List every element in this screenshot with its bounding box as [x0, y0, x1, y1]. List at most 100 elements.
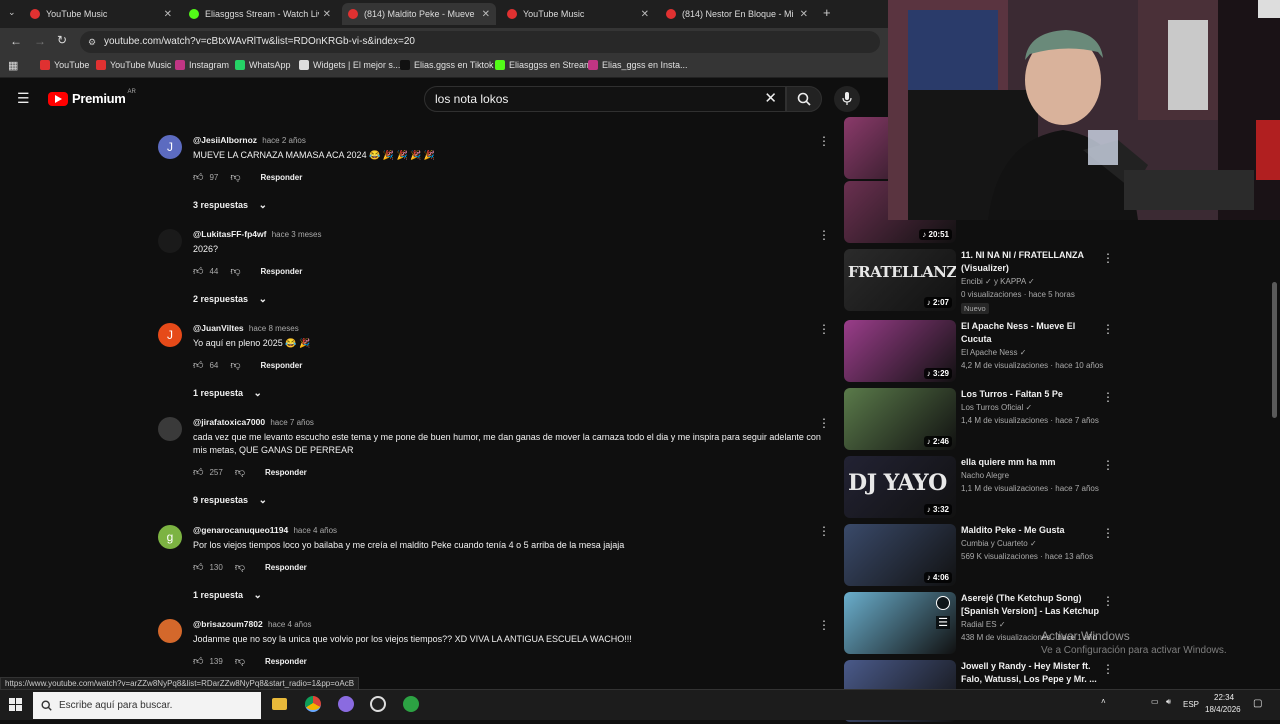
browser-tab[interactable]: (814) Maldito Peke - Mueve ✕	[342, 3, 496, 25]
taskbar-search-input[interactable]: Escribe aquí para buscar.	[33, 692, 261, 719]
comment-menu-icon[interactable]: ⋮	[818, 134, 830, 148]
bookmark-item[interactable]: Instagram	[175, 60, 229, 70]
bookmark-item[interactable]: YouTube Music	[96, 60, 171, 70]
comment-author[interactable]: @brisazoum7802	[193, 619, 263, 629]
watch-later-icon[interactable]	[936, 596, 950, 610]
avatar[interactable]	[158, 229, 182, 253]
site-info-icon[interactable]: ⚙	[88, 31, 96, 53]
menu-icon[interactable]: ☰	[17, 90, 30, 107]
comment-time[interactable]: hace 8 meses	[249, 324, 299, 333]
video-channel[interactable]: Encibi ✓ y KAPPA ✓	[961, 277, 1035, 286]
voice-search-button[interactable]	[834, 86, 860, 112]
video-title[interactable]: Aserejé (The Ketchup Song) [Spanish Vers…	[961, 592, 1101, 618]
comment-author[interactable]: @JesiiAlbornoz	[193, 135, 257, 145]
chrome-profile-icon[interactable]	[338, 696, 354, 712]
bookmark-item[interactable]: YouTube	[40, 60, 89, 70]
browser-tab[interactable]: (814) Nestor En Bloque - Mi Pr ✕	[660, 3, 814, 25]
video-title[interactable]: ella quiere mm ha mm	[961, 456, 1101, 469]
dislike-icon[interactable]: 👎︎	[230, 171, 240, 183]
back-icon[interactable]: ←	[10, 34, 22, 48]
add-to-queue-icon[interactable]: ☰	[936, 616, 950, 629]
video-menu-icon[interactable]: ⋮	[1102, 251, 1114, 265]
tab-close-icon[interactable]: ✕	[800, 9, 808, 20]
avatar[interactable]: g	[158, 525, 182, 549]
network-icon[interactable]: ▭	[1151, 697, 1159, 706]
xbox-icon[interactable]	[403, 696, 419, 712]
like-icon[interactable]: 👍︎	[193, 655, 203, 667]
reply-button[interactable]: Responder	[261, 173, 303, 182]
notifications-icon[interactable]: ▢	[1253, 698, 1262, 709]
search-input[interactable]: los nota lokos ✕	[424, 86, 786, 112]
tab-close-icon[interactable]: ✕	[323, 9, 331, 20]
comment-time[interactable]: hace 7 años	[270, 418, 314, 427]
file-explorer-icon[interactable]	[272, 698, 287, 710]
video-menu-icon[interactable]: ⋮	[1102, 390, 1114, 404]
related-video-item[interactable]: FRATELLANZA ♪ 2:07 11. NI NA NI / FRATELLA…	[844, 249, 1114, 314]
video-menu-icon[interactable]: ⋮	[1102, 322, 1114, 336]
youtube-logo[interactable]: Premium AR	[48, 89, 136, 106]
chrome-icon[interactable]	[305, 696, 321, 712]
video-channel[interactable]: Cumbia y Cuarteto ✓	[961, 539, 1037, 548]
video-thumbnail[interactable]: ♪ 4:06	[844, 524, 956, 586]
comment-time[interactable]: hace 4 años	[268, 620, 312, 629]
search-button[interactable]	[786, 86, 822, 112]
comment-menu-icon[interactable]: ⋮	[818, 618, 830, 632]
avatar[interactable]	[158, 619, 182, 643]
video-title[interactable]: El Apache Ness - Mueve El Cucuta	[961, 320, 1101, 346]
video-title[interactable]: 11. NI NA NI / FRATELLANZA (Visualizer)	[961, 249, 1101, 275]
windows-start-icon[interactable]	[9, 698, 23, 712]
comment-menu-icon[interactable]: ⋮	[818, 228, 830, 242]
video-menu-icon[interactable]: ⋮	[1102, 594, 1114, 608]
video-channel[interactable]: El Apache Ness ✓	[961, 348, 1026, 357]
comment-author[interactable]: @JuanViltes	[193, 323, 244, 333]
video-menu-icon[interactable]: ⋮	[1102, 458, 1114, 472]
avatar[interactable]: J	[158, 323, 182, 347]
related-video-item[interactable]: ♪ 4:06 Maldito Peke - Me Gusta Cumbia y Cu…	[844, 524, 1114, 588]
like-icon[interactable]: 👍︎	[193, 359, 203, 371]
comment-time[interactable]: hace 2 años	[262, 136, 306, 145]
bookmark-item[interactable]: Elias_ggss en Insta...	[588, 60, 688, 70]
reply-button[interactable]: Responder	[265, 563, 307, 572]
url-input[interactable]: ⚙ youtube.com/watch?v=cBtxWAvRlTw&list=R…	[80, 31, 880, 53]
comment-menu-icon[interactable]: ⋮	[818, 524, 830, 538]
view-replies-button[interactable]: 1 respuesta ⌄	[193, 590, 262, 601]
avatar[interactable]: J	[158, 135, 182, 159]
view-replies-button[interactable]: 3 respuestas ⌄	[193, 200, 267, 211]
apps-grid-icon[interactable]: ▦	[8, 59, 18, 72]
language-indicator[interactable]: ESP	[1183, 700, 1199, 709]
bookmark-item[interactable]: Widgets | El mejor s...	[299, 60, 400, 70]
video-thumbnail[interactable]: FRATELLANZA ♪ 2:07	[844, 249, 956, 311]
video-thumbnail[interactable]: ♪ 3:29	[844, 320, 956, 382]
view-replies-button[interactable]: 9 respuestas ⌄	[193, 495, 267, 506]
comment-menu-icon[interactable]: ⋮	[818, 416, 830, 430]
comment-menu-icon[interactable]: ⋮	[818, 322, 830, 336]
video-menu-icon[interactable]: ⋮	[1102, 526, 1114, 540]
tab-close-icon[interactable]: ✕	[482, 9, 490, 20]
reply-button[interactable]: Responder	[261, 361, 303, 370]
forward-icon[interactable]: →	[34, 34, 46, 48]
video-title[interactable]: Jowell y Randy - Hey Mister ft. Falo, Wa…	[961, 660, 1101, 686]
tab-close-icon[interactable]: ✕	[164, 9, 172, 20]
dislike-icon[interactable]: 👎︎	[230, 265, 240, 277]
comment-author[interactable]: @jirafatoxica7000	[193, 417, 265, 427]
avatar[interactable]	[158, 417, 182, 441]
reply-button[interactable]: Responder	[265, 657, 307, 666]
sidebar-scrollbar[interactable]	[1272, 282, 1277, 418]
video-thumbnail[interactable]: ☰	[844, 592, 956, 654]
new-tab-icon[interactable]: +	[823, 5, 831, 20]
view-replies-button[interactable]: 1 respuesta ⌄	[193, 388, 262, 399]
bookmark-item[interactable]: Elias.ggss en Tiktok	[400, 60, 494, 70]
reply-button[interactable]: Responder	[265, 468, 307, 477]
video-channel[interactable]: Nacho Alegre	[961, 471, 1009, 480]
like-icon[interactable]: 👍︎	[193, 561, 203, 573]
bookmark-item[interactable]: WhatsApp	[235, 60, 291, 70]
comment-author[interactable]: @genarocanuqueo1194	[193, 525, 288, 535]
related-video-item[interactable]: ♪ 2:46 Los Turros - Faltan 5 Pe Los Turros…	[844, 388, 1114, 452]
video-thumbnail[interactable]: DJ YAYO ♪ 3:32	[844, 456, 956, 518]
tray-chevron-icon[interactable]: ˄	[1101, 697, 1106, 706]
browser-tab[interactable]: Eliasggss Stream - Watch Live o ✕	[183, 3, 337, 25]
comment-time[interactable]: hace 3 meses	[272, 230, 322, 239]
dislike-icon[interactable]: 👎︎	[235, 655, 245, 667]
volume-icon[interactable]: 🔊︎	[1166, 697, 1171, 707]
browser-tab[interactable]: YouTube Music ✕	[24, 3, 178, 25]
